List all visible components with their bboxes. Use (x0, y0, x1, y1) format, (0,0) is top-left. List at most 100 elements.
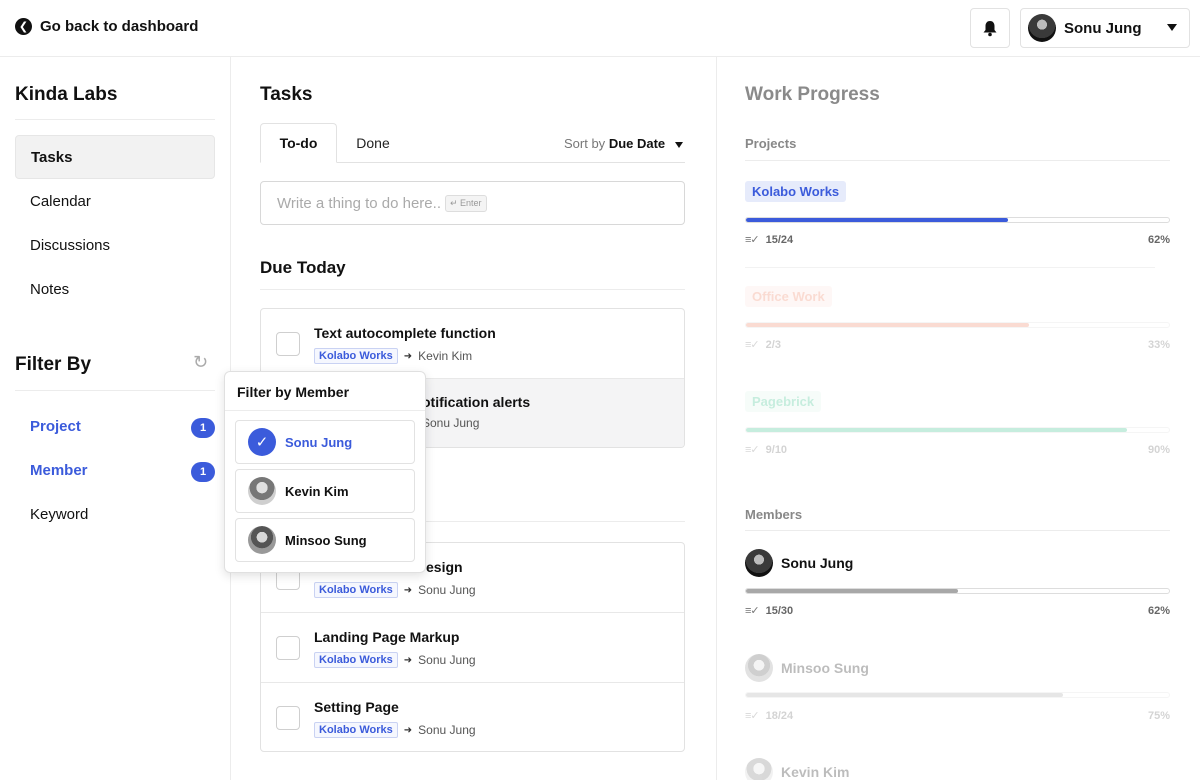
task-row[interactable]: Landing Page Markup Kolabo Works ➜ Sonu … (261, 613, 684, 683)
member-progress-minsoo-sung: Minsoo Sung (745, 654, 869, 682)
org-name: Kinda Labs (15, 84, 118, 105)
divider (260, 289, 685, 290)
notifications-button[interactable] (970, 8, 1010, 48)
arrow-right-icon: ➜ (403, 584, 413, 596)
sort-prefix: Sort by (564, 136, 606, 151)
refresh-icon[interactable]: ↻ (193, 353, 211, 371)
task-meta: Kolabo Works ➜ Sonu Jung (314, 722, 476, 738)
project-tag[interactable]: Office Work (745, 286, 832, 307)
member-name: Sonu Jung (285, 434, 353, 450)
task-title: Landing Page Markup (314, 629, 460, 645)
progress-bar (745, 217, 1170, 223)
task-row[interactable]: Text autocomplete function Kolabo Works … (261, 309, 684, 379)
tab-todo[interactable]: To-do (260, 123, 337, 163)
back-to-dashboard-link[interactable]: ❮ Go back to dashboard (15, 18, 198, 35)
count-badge: 1 (191, 462, 215, 482)
member-option-sonu-jung[interactable]: ✓ Sonu Jung (235, 420, 415, 464)
progress-fill (746, 693, 1064, 697)
checklist-icon: ≡✓ (745, 605, 760, 617)
avatar (248, 526, 276, 554)
task-meta: Kolabo Works ➜ Kevin Kim (314, 348, 472, 364)
project-tag[interactable]: Kolabo Works (745, 181, 847, 202)
avatar (745, 758, 773, 780)
nav-label: Tasks (31, 148, 73, 166)
divider (745, 267, 1155, 268)
nav-label: Notes (30, 280, 70, 298)
member-option-minsoo-sung[interactable]: Minsoo Sung (235, 518, 415, 562)
input-placeholder: Write a thing to do here.. (277, 194, 441, 212)
percent: 75% (1147, 709, 1170, 722)
divider (745, 530, 1170, 531)
arrow-right-icon: ➜ (403, 350, 413, 362)
checklist-icon: ≡✓ (745, 710, 760, 722)
percent: 62% (1147, 604, 1170, 617)
arrow-left-icon: ❮ (15, 18, 32, 35)
arrow-right-icon: ➜ (403, 654, 413, 666)
progress-bar (745, 588, 1170, 594)
progress-fill (746, 323, 1030, 327)
project-tag: Kolabo Works (314, 348, 398, 364)
progress-bar (745, 322, 1170, 328)
arrow-right-icon: ➜ (403, 724, 413, 736)
new-task-input[interactable]: Write a thing to do here.. ↵ Enter (260, 181, 685, 225)
count-badge: 1 (191, 418, 215, 438)
filter-member-popover: Filter by Member ✓ Sonu Jung Kevin Kim M… (224, 371, 426, 573)
task-list-later: esign Kolabo Works ➜ Sonu Jung Landing P… (260, 542, 685, 752)
percent: 90% (1147, 443, 1170, 456)
percent: 62% (1147, 233, 1170, 246)
tab-done[interactable]: Done (340, 123, 406, 163)
member-option-kevin-kim[interactable]: Kevin Kim (235, 469, 415, 513)
task-row[interactable]: Setting Page Kolabo Works ➜ Sonu Jung (261, 683, 684, 751)
project-tag: Kolabo Works (314, 722, 398, 738)
checklist-icon: ≡✓ (745, 234, 760, 246)
divider (15, 390, 215, 391)
avatar (248, 477, 276, 505)
top-bar: ❮ Go back to dashboard Sonu Jung (0, 0, 1200, 57)
sort-value: Due Date (608, 136, 666, 151)
progress-fill (746, 428, 1127, 432)
checklist-icon: ≡✓ (745, 339, 760, 351)
task-checkbox[interactable] (276, 706, 300, 730)
progress-bar (745, 427, 1170, 433)
divider (225, 410, 425, 411)
filter-project[interactable]: Project (30, 418, 81, 435)
task-title: esign (426, 559, 463, 575)
member-name: Kevin Kim (285, 483, 349, 499)
filter-title: Filter By (15, 354, 92, 375)
task-title: otification alerts (422, 394, 531, 410)
filter-member[interactable]: Member (30, 462, 88, 479)
work-progress-title: Work Progress (745, 84, 880, 105)
members-label: Members (745, 507, 803, 522)
chevron-down-icon (1167, 24, 1177, 31)
member-name: Sonu Jung (781, 555, 854, 571)
sidebar-item-notes[interactable]: Notes (15, 267, 215, 311)
filter-keyword[interactable]: Keyword (30, 506, 88, 523)
task-checkbox[interactable] (276, 332, 300, 356)
user-name: Sonu Jung (1064, 19, 1142, 37)
nav-label: Discussions (30, 236, 111, 254)
sidebar-item-calendar[interactable]: Calendar (15, 179, 215, 223)
task-meta: Sonu Jung (422, 416, 479, 430)
assignee: Sonu Jung (418, 583, 476, 597)
done-count: 15/24 (765, 233, 794, 246)
avatar (745, 549, 773, 577)
task-meta: Kolabo Works ➜ Sonu Jung (314, 582, 476, 598)
member-name: Minsoo Sung (781, 660, 869, 676)
progress-meta: ≡✓ 2/3 33% (745, 338, 1170, 352)
progress-meta: ≡✓ 18/24 75% (745, 709, 1170, 723)
done-count: 2/3 (765, 338, 781, 351)
section-title: Due Today (260, 258, 346, 277)
task-title: Text autocomplete function (314, 325, 496, 341)
sort-dropdown[interactable]: Sort by Due Date (564, 136, 683, 151)
sidebar-item-tasks[interactable]: Tasks (15, 135, 215, 179)
member-name: Kevin Kim (781, 764, 850, 780)
popover-title: Filter by Member (237, 384, 350, 400)
sidebar-item-discussions[interactable]: Discussions (15, 223, 215, 267)
check-icon: ✓ (248, 428, 276, 456)
chevron-down-icon (674, 141, 683, 148)
progress-fill (746, 218, 1009, 222)
user-menu-button[interactable]: Sonu Jung (1020, 8, 1190, 48)
assignee: Sonu Jung (422, 416, 480, 430)
task-checkbox[interactable] (276, 636, 300, 660)
project-tag[interactable]: Pagebrick (745, 391, 822, 412)
